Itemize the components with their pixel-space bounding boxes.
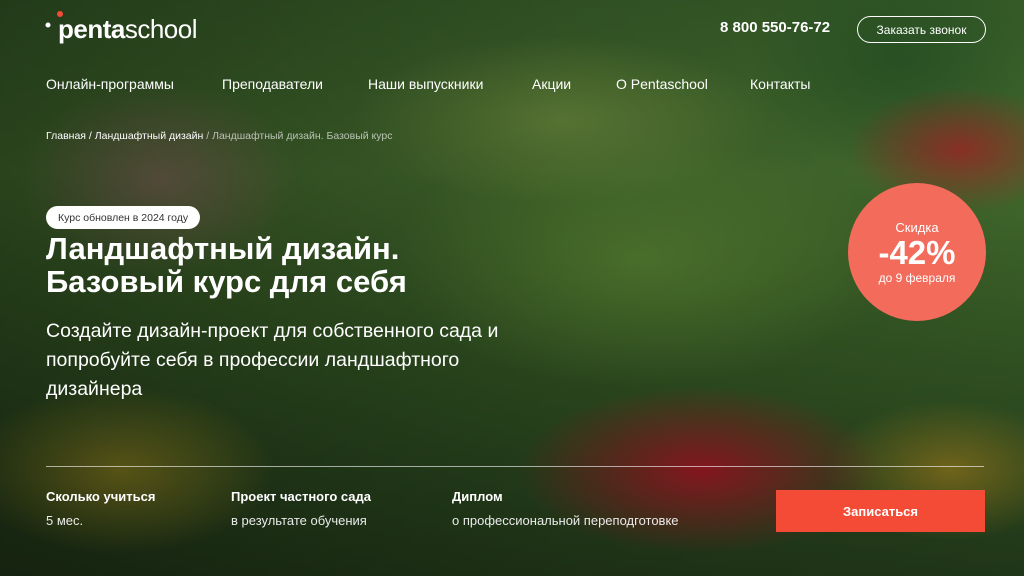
discount-value: -42% [878, 233, 956, 271]
logo-text-light: school [124, 14, 198, 44]
breadcrumb-section[interactable]: Ландшафтный дизайн [95, 130, 204, 142]
enroll-button[interactable]: Записаться [776, 490, 985, 532]
nav-item-promotions[interactable]: Акции [532, 76, 571, 92]
discount-badge: Скидка -42% до 9 февраля [848, 183, 986, 321]
discount-label: Скидка [895, 219, 939, 235]
logo-text-bold: penta [58, 14, 125, 44]
nav-item-online-programs[interactable]: Онлайн-программы [46, 76, 174, 92]
breadcrumb-separator: / [85, 130, 95, 142]
request-call-button[interactable]: Заказать звонок [857, 16, 986, 43]
feature-duration: Сколько учиться 5 мес. [46, 489, 155, 528]
course-updated-badge: Курс обновлен в 2024 году [46, 206, 201, 229]
breadcrumb-separator: / [203, 130, 213, 142]
hero-subtitle: Создайте дизайн-проект для собственного … [46, 320, 499, 400]
nav-item-about[interactable]: О Pentaschool [616, 76, 708, 92]
breadcrumb-home[interactable]: Главная [46, 130, 86, 142]
page-title-line-1: Ландшафтный дизайн. [46, 231, 400, 266]
feature-value: о профессиональной переподготовке [452, 513, 679, 528]
feature-title: Сколько учиться [46, 489, 156, 504]
feature-title: Диплом [452, 489, 503, 504]
page-title-line-2: Базовый курс для себя [46, 264, 407, 299]
breadcrumb-current: Ландшафтный дизайн. Базовый курс [212, 130, 393, 142]
nav-item-teachers[interactable]: Преподаватели [222, 76, 323, 92]
hero-section: pentaschool 8 800 550-76-72 Заказать зво… [0, 0, 1024, 576]
nav-item-graduates[interactable]: Наши выпускники [368, 76, 483, 92]
nav-item-contacts[interactable]: Контакты [750, 76, 810, 92]
feature-project: Проект частного сада в результате обучен… [231, 489, 371, 528]
breadcrumb: Главная / Ландшафтный дизайн / Ландшафтн… [46, 130, 392, 142]
feature-diploma: Диплом о профессиональной переподготовке [452, 489, 679, 528]
feature-title: Проект частного сада [231, 489, 372, 504]
feature-value: 5 мес. [46, 513, 84, 528]
feature-value: в результате обучения [231, 513, 367, 528]
phone-number[interactable]: 8 800 550-76-72 [720, 19, 830, 36]
discount-deadline: до 9 февраля [878, 270, 956, 285]
page-title: Ландшафтный дизайн. Базовый курс для себ… [46, 232, 407, 298]
features-divider [46, 466, 984, 467]
logo-dots-icon [45, 11, 63, 28]
pentaschool-logo[interactable]: pentaschool [45, 11, 198, 45]
